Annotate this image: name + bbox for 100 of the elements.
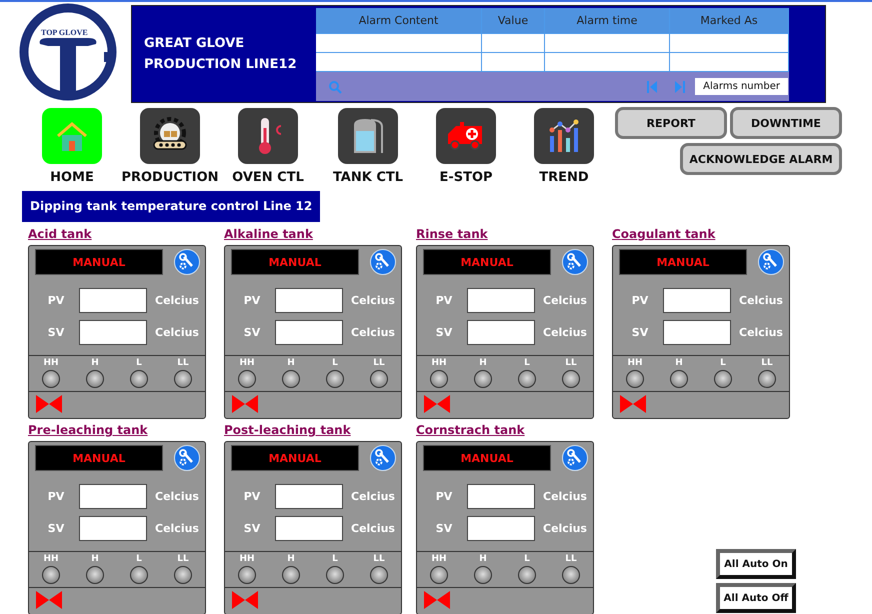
mode-display: MANUAL: [231, 249, 359, 275]
downtime-button[interactable]: DOWNTIME: [730, 107, 842, 139]
tank-link[interactable]: Pre-leaching tank: [28, 423, 148, 437]
sv-label: SV: [242, 522, 262, 534]
column-header: Value: [482, 8, 545, 33]
tank-link[interactable]: Coagulant tank: [612, 227, 716, 241]
sv-field[interactable]: [275, 516, 343, 540]
sv-field[interactable]: [79, 516, 147, 540]
nav-button[interactable]: PRODUCTION: [122, 108, 218, 185]
settings-icon[interactable]: [370, 445, 396, 471]
alarm-label: H: [287, 358, 295, 368]
tank-icon: [351, 117, 385, 155]
alarm-label: LL: [565, 358, 577, 368]
nav-button[interactable]: TREND: [514, 108, 614, 185]
unit-label: Celcius: [739, 326, 783, 338]
alarm-label: HH: [43, 554, 59, 564]
alarm-label: H: [287, 554, 295, 564]
tank-link[interactable]: Post-leaching tank: [224, 423, 351, 437]
pv-label: PV: [434, 294, 454, 306]
logo-text: TOP GLOVE: [40, 28, 89, 37]
mode-display: MANUAL: [619, 249, 747, 275]
settings-icon[interactable]: [562, 249, 588, 275]
alarm-label: LL: [373, 358, 385, 368]
pv-field[interactable]: [663, 288, 731, 312]
pv-field[interactable]: [79, 288, 147, 312]
tank-link[interactable]: Acid tank: [28, 227, 92, 241]
sv-field[interactable]: [79, 320, 147, 344]
tank-link[interactable]: Alkaline tank: [224, 227, 313, 241]
unit-label: Celcius: [351, 490, 395, 502]
alarm-label: H: [675, 358, 683, 368]
house-icon: [54, 120, 90, 152]
unit-label: Celcius: [543, 490, 587, 502]
settings-icon[interactable]: [370, 249, 396, 275]
settings-icon[interactable]: [758, 249, 784, 275]
alarm-label: HH: [239, 554, 255, 564]
pv-label: PV: [434, 490, 454, 502]
settings-icon[interactable]: [174, 249, 200, 275]
mode-display: MANUAL: [423, 445, 551, 471]
nav-button[interactable]: HOME: [22, 108, 122, 185]
unit-label: Celcius: [739, 294, 783, 306]
alarm-label: LL: [177, 358, 189, 368]
pv-field[interactable]: [467, 484, 535, 508]
auto-button[interactable]: All Auto Off: [716, 583, 796, 613]
sv-field[interactable]: [467, 320, 535, 344]
unit-label: Celcius: [543, 326, 587, 338]
unit-label: Celcius: [351, 522, 395, 534]
unit-label: Celcius: [351, 294, 395, 306]
mode-display: MANUAL: [231, 445, 359, 471]
unit-label: Celcius: [155, 490, 199, 502]
sv-label: SV: [46, 522, 66, 534]
unit-label: Celcius: [155, 522, 199, 534]
column-header: Alarm time: [545, 8, 670, 33]
alarm-label: LL: [177, 554, 189, 564]
pv-label: PV: [242, 294, 262, 306]
alarm-label: HH: [431, 554, 447, 564]
alarm-label: L: [136, 554, 142, 564]
pv-field[interactable]: [467, 288, 535, 312]
nav-button[interactable]: OVEN CTL: [218, 108, 318, 185]
pv-field[interactable]: [275, 288, 343, 312]
tank-link[interactable]: Cornstrach tank: [416, 423, 525, 437]
report-button[interactable]: REPORT: [615, 107, 727, 139]
alarm-label: L: [332, 358, 338, 368]
unit-label: Celcius: [543, 522, 587, 534]
sv-label: SV: [434, 522, 454, 534]
settings-icon[interactable]: [174, 445, 200, 471]
nav-button[interactable]: E-STOP: [418, 108, 514, 185]
auto-button[interactable]: All Auto On: [716, 549, 796, 579]
alarm-label: H: [91, 554, 99, 564]
pv-label: PV: [46, 294, 66, 306]
alarm-label: L: [524, 554, 530, 564]
alarm-label: HH: [431, 358, 447, 368]
unit-label: Celcius: [351, 326, 395, 338]
settings-icon[interactable]: [562, 445, 588, 471]
pv-label: PV: [630, 294, 650, 306]
alarm-label: LL: [761, 358, 773, 368]
pv-label: PV: [46, 490, 66, 502]
sv-field[interactable]: [275, 320, 343, 344]
alarm-label: H: [479, 358, 487, 368]
sv-field[interactable]: [467, 516, 535, 540]
acknowledge-alarm-button[interactable]: ACKNOWLEDGE ALARM: [680, 143, 842, 175]
nav-button[interactable]: TANK CTL: [318, 108, 418, 185]
unit-label: Celcius: [155, 294, 199, 306]
column-header: Marked As: [670, 8, 789, 33]
sv-label: SV: [630, 326, 650, 338]
pv-field[interactable]: [275, 484, 343, 508]
sv-field[interactable]: [663, 320, 731, 344]
tank-link[interactable]: Rinse tank: [416, 227, 488, 241]
sv-label: SV: [434, 326, 454, 338]
alarm-label: L: [332, 554, 338, 564]
pv-label: PV: [242, 490, 262, 502]
alarm-label: HH: [627, 358, 643, 368]
alarm-label: H: [91, 358, 99, 368]
line-title: PRODUCTION LINE12: [144, 57, 298, 72]
alarm-label: L: [136, 358, 142, 368]
mode-display: MANUAL: [35, 249, 163, 275]
sv-label: SV: [46, 326, 66, 338]
alarm-label: H: [479, 554, 487, 564]
column-header: Alarm Content: [316, 8, 482, 33]
alarm-label: LL: [373, 554, 385, 564]
pv-field[interactable]: [79, 484, 147, 508]
